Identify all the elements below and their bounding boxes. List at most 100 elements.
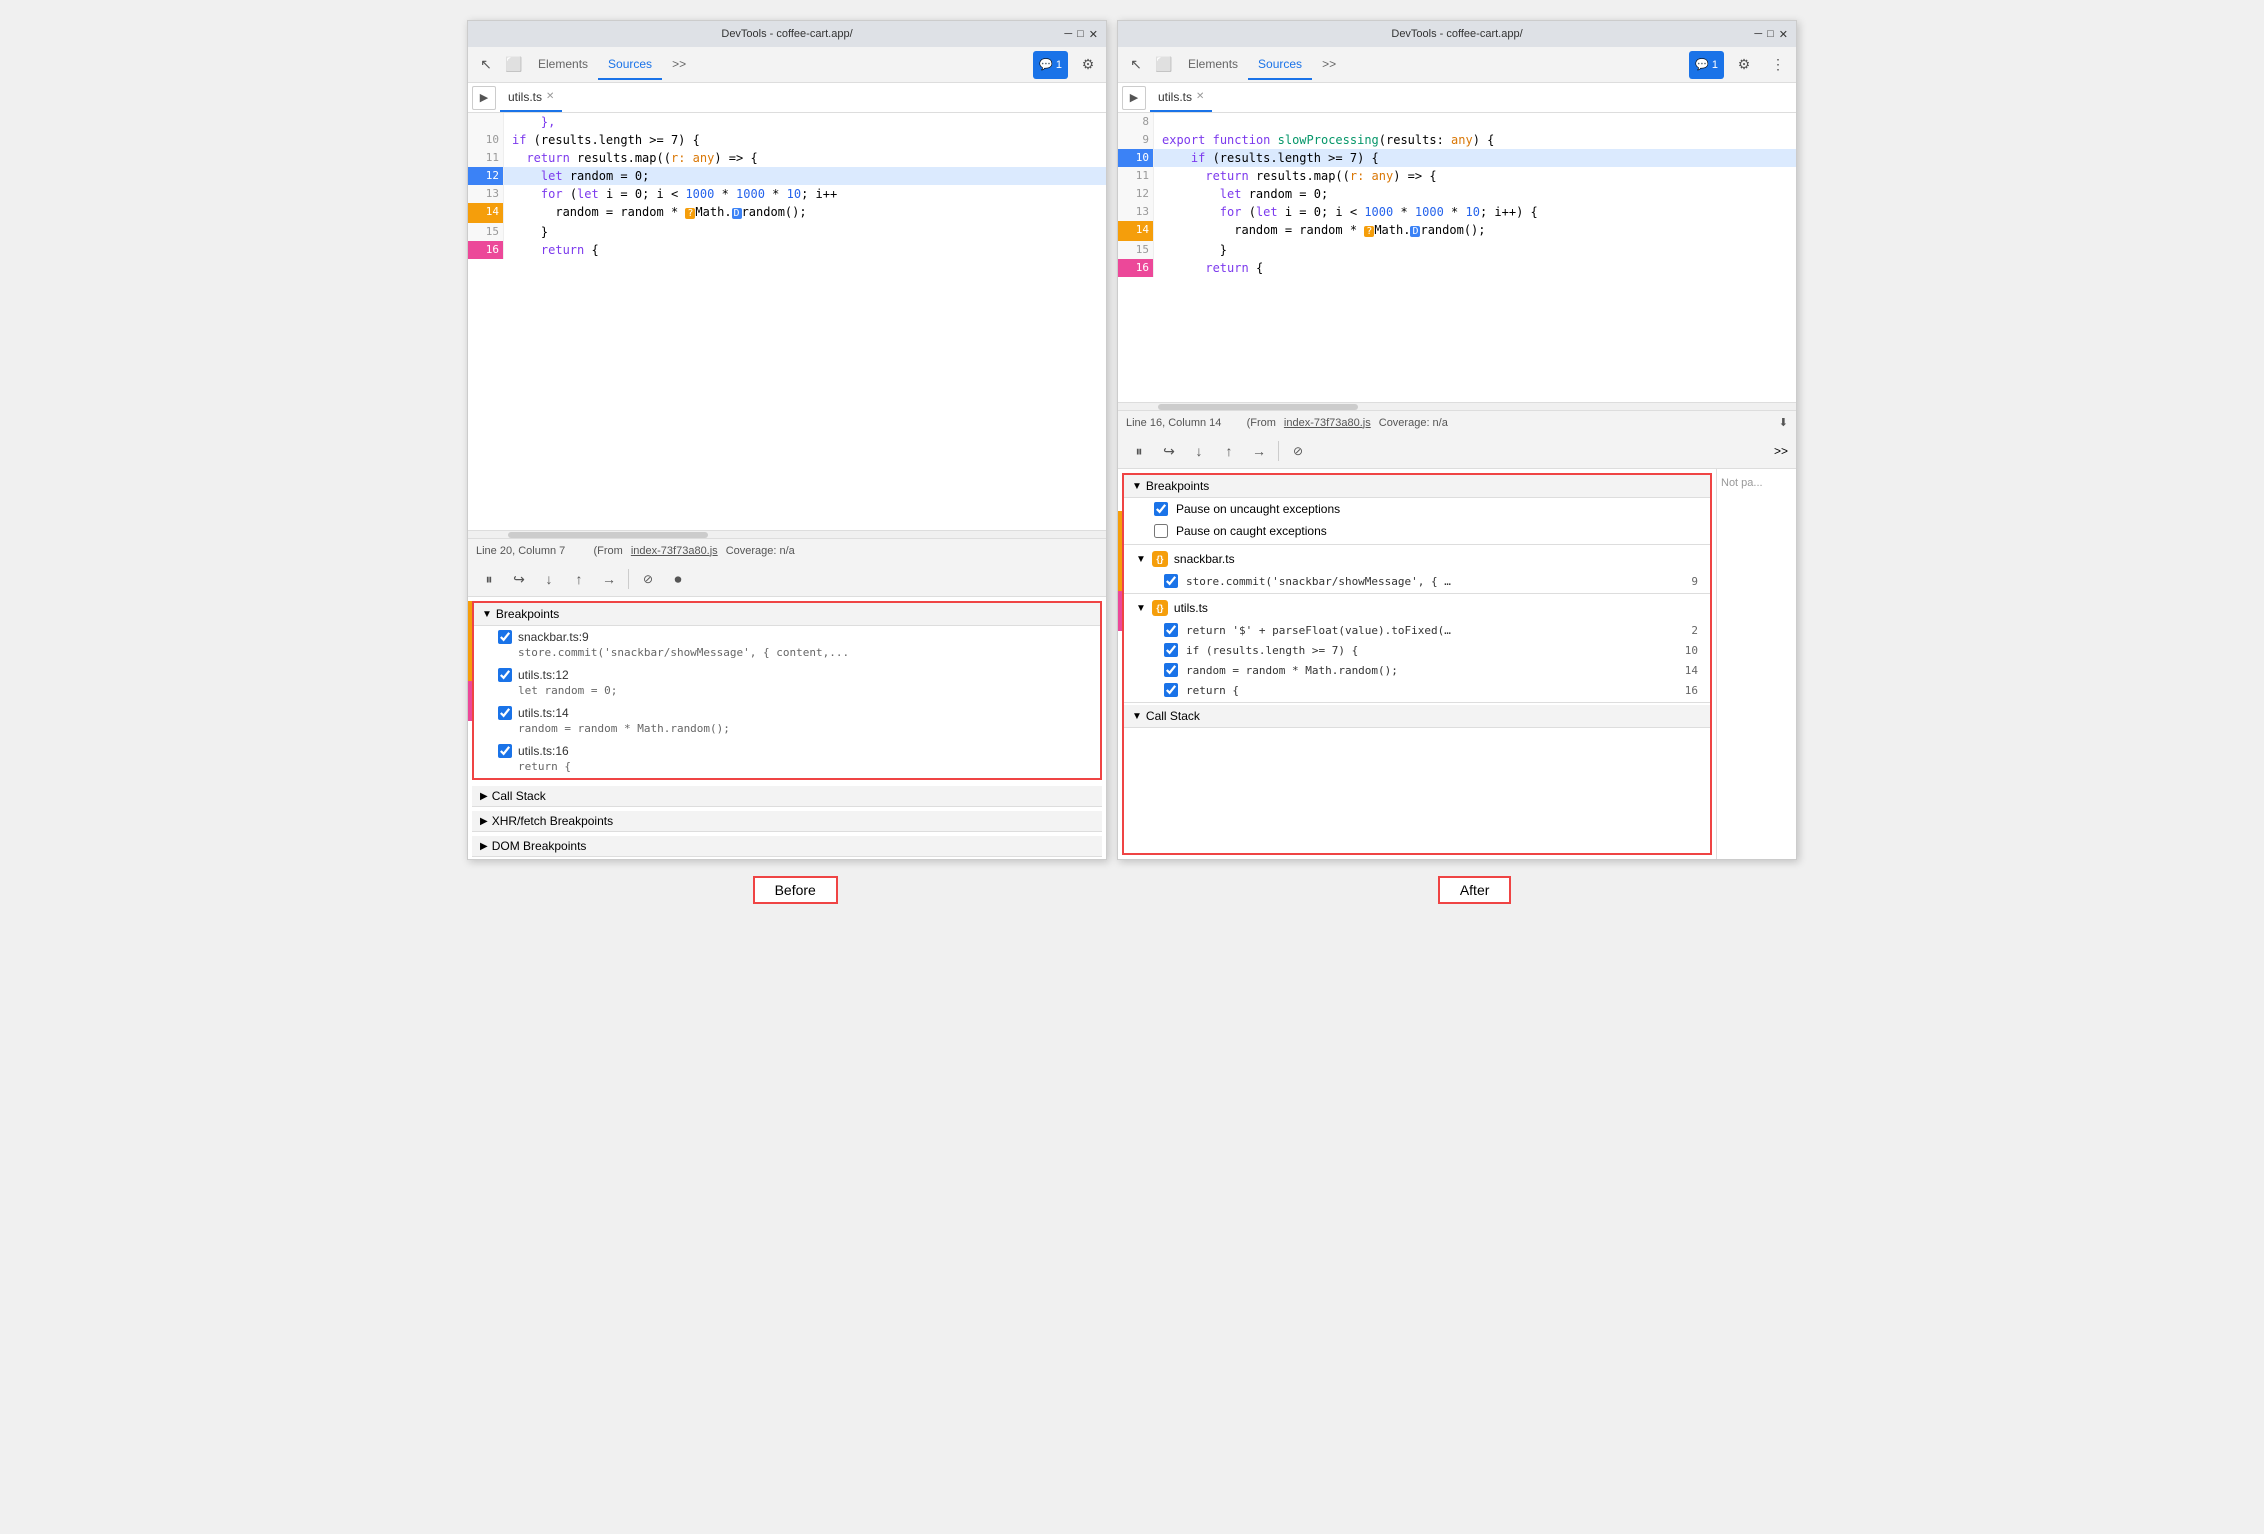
- step-over-btn-left[interactable]: ↪: [506, 566, 532, 592]
- bp-check-utils-2[interactable]: [1164, 643, 1178, 657]
- left-from-file[interactable]: index-73f73a80.js: [631, 545, 718, 557]
- bp-check-snackbar[interactable]: [498, 630, 512, 644]
- left-hscroll[interactable]: [468, 530, 1106, 538]
- left-breakpoints-header[interactable]: ▼ Breakpoints: [474, 603, 1100, 626]
- right-from-file[interactable]: index-73f73a80.js: [1284, 417, 1371, 429]
- bp-code-utils-3: random = random * Math.random();: [1186, 664, 1670, 677]
- right-main-toolbar: ↖ ⬜ Elements Sources >> 💬 1 ⚙ ⋮: [1118, 47, 1796, 83]
- tab-more-right[interactable]: >>: [1312, 50, 1346, 80]
- bp-code-utils-2: if (results.length >= 7) {: [1186, 644, 1670, 657]
- bp-line-utils-1: 2: [1678, 624, 1698, 637]
- divider-bp3: [1124, 702, 1710, 703]
- console-drawer-icon[interactable]: ⬇: [1779, 416, 1788, 429]
- bp-entry-utils14: utils.ts:14: [498, 704, 1092, 722]
- close-icon-right[interactable]: ✕: [1779, 28, 1788, 41]
- console-icon-right[interactable]: 💬 1: [1689, 51, 1724, 79]
- right-breakpoints-header[interactable]: ▼ Breakpoints: [1124, 475, 1710, 498]
- sidebar-toggle-right[interactable]: ▶: [1122, 86, 1146, 110]
- tab-more-left[interactable]: >>: [662, 50, 696, 80]
- bp-check-utils12[interactable]: [498, 668, 512, 682]
- bp-check-snackbar-r[interactable]: [1164, 574, 1178, 588]
- step-btn-left[interactable]: →: [596, 566, 622, 592]
- step-into-btn-right[interactable]: ↓: [1186, 438, 1212, 464]
- bp-check-utils-4[interactable]: [1164, 683, 1178, 697]
- bp-row-utils-2: if (results.length >= 7) { 10: [1124, 640, 1710, 660]
- right-bp-title: Breakpoints: [1146, 479, 1209, 493]
- bp-entry-utils16: utils.ts:16: [498, 742, 1092, 760]
- left-xhr-section: ▶ XHR/fetch Breakpoints: [472, 811, 1102, 832]
- step-over-btn-right[interactable]: ↪: [1156, 438, 1182, 464]
- sidebar-toggle-left[interactable]: ▶: [472, 86, 496, 110]
- file-tab-close-right[interactable]: ✕: [1196, 91, 1204, 102]
- code-line-10: 10 if (results.length >= 7) {: [468, 131, 1106, 149]
- bp-item-utils12: utils.ts:12 let random = 0;: [474, 664, 1100, 702]
- tab-sources-right[interactable]: Sources: [1248, 50, 1312, 80]
- xhr-label-left: XHR/fetch Breakpoints: [492, 814, 613, 828]
- callstack-label-left: Call Stack: [492, 789, 546, 803]
- bp-check-utils-1[interactable]: [1164, 623, 1178, 637]
- close-icon[interactable]: ✕: [1089, 28, 1098, 41]
- console-icon[interactable]: 💬 1: [1033, 51, 1068, 79]
- orange-accent-left: [468, 601, 472, 681]
- left-callstack-header[interactable]: ▶ Call Stack: [472, 786, 1102, 807]
- tab-sources-left[interactable]: Sources: [598, 50, 662, 80]
- bp-line-snackbar-r: 9: [1678, 575, 1698, 588]
- code-line-r9: 9 export function slowProcessing(results…: [1118, 131, 1796, 149]
- left-status-bar: Line 20, Column 7 (From index-73f73a80.j…: [468, 538, 1106, 562]
- left-dom-header[interactable]: ▶ DOM Breakpoints: [472, 836, 1102, 857]
- debug-sep-left: [628, 569, 629, 589]
- cursor-icon-right[interactable]: ↖: [1122, 51, 1150, 79]
- settings-icon[interactable]: ⚙: [1074, 51, 1102, 79]
- file-tab-utils-right[interactable]: utils.ts ✕: [1150, 84, 1212, 112]
- bp-code-utils12: let random = 0;: [498, 684, 1092, 700]
- async-btn-left[interactable]: ⏺: [665, 566, 691, 592]
- deactivate-btn-left[interactable]: ⊘: [635, 566, 661, 592]
- left-bp-chevron: ▼: [482, 609, 492, 620]
- file-tab-close-left[interactable]: ✕: [546, 91, 554, 102]
- pause-uncaught-check[interactable]: [1154, 502, 1168, 516]
- step-into-btn-left[interactable]: ↓: [536, 566, 562, 592]
- bp-check-utils16[interactable]: [498, 744, 512, 758]
- divider-bp: [1124, 544, 1710, 545]
- bp-group-snackbar[interactable]: ▼ {} snackbar.ts: [1124, 547, 1710, 571]
- right-bp-chevron: ▼: [1132, 481, 1142, 492]
- bp-label-snackbar: snackbar.ts:9: [518, 630, 589, 644]
- not-paused-text: Not pa...: [1721, 477, 1763, 489]
- pink-accent-left: [468, 681, 472, 721]
- bp-check-utils-3[interactable]: [1164, 663, 1178, 677]
- device-icon[interactable]: ⬜: [500, 51, 528, 79]
- more-icon-right[interactable]: ⋮: [1764, 51, 1792, 79]
- step-out-btn-left[interactable]: ↑: [566, 566, 592, 592]
- pause-btn-left[interactable]: ⏸: [476, 566, 502, 592]
- utils-group-label: utils.ts: [1174, 601, 1208, 615]
- code-line-r15: 15 }: [1118, 241, 1796, 259]
- left-callstack-section: ▶ Call Stack: [472, 786, 1102, 807]
- pause-caught-check[interactable]: [1154, 524, 1168, 538]
- step-out-btn-right[interactable]: ↑: [1216, 438, 1242, 464]
- device-icon-right[interactable]: ⬜: [1150, 51, 1178, 79]
- code-line-r10-active: 10 if (results.length >= 7) {: [1118, 149, 1796, 167]
- right-callstack-chevron: ▼: [1132, 711, 1142, 722]
- right-hscroll[interactable]: [1118, 402, 1796, 410]
- minimize-icon-right: ─: [1754, 28, 1762, 41]
- right-breakpoints-panel: ▼ Breakpoints Pause on uncaught exceptio…: [1122, 473, 1712, 855]
- right-callstack-header[interactable]: ▼ Call Stack: [1124, 705, 1710, 728]
- left-xhr-header[interactable]: ▶ XHR/fetch Breakpoints: [472, 811, 1102, 832]
- before-label: Before: [753, 876, 838, 904]
- right-debug-toolbar: ⏸ ↪ ↓ ↑ → ⊘ >>: [1118, 434, 1796, 469]
- bp-check-utils14[interactable]: [498, 706, 512, 720]
- more-debug-right[interactable]: >>: [1774, 444, 1788, 458]
- code-line-12-active: 12 let random = 0;: [468, 167, 1106, 185]
- file-tab-utils-left[interactable]: utils.ts ✕: [500, 84, 562, 112]
- right-panel-body: ▼ Breakpoints Pause on uncaught exceptio…: [1118, 469, 1796, 859]
- settings-icon-right[interactable]: ⚙: [1730, 51, 1758, 79]
- left-breakpoints-panel: ▼ Breakpoints snackbar.ts:9 store.commit…: [472, 601, 1102, 780]
- tab-elements-left[interactable]: Elements: [528, 50, 598, 80]
- deactivate-btn-right[interactable]: ⊘: [1285, 438, 1311, 464]
- tab-elements-right[interactable]: Elements: [1178, 50, 1248, 80]
- step-btn-right[interactable]: →: [1246, 438, 1272, 464]
- bp-entry-snackbar: snackbar.ts:9: [498, 628, 1092, 646]
- bp-group-utils[interactable]: ▼ {} utils.ts: [1124, 596, 1710, 620]
- cursor-icon[interactable]: ↖: [472, 51, 500, 79]
- pause-btn-right[interactable]: ⏸: [1126, 438, 1152, 464]
